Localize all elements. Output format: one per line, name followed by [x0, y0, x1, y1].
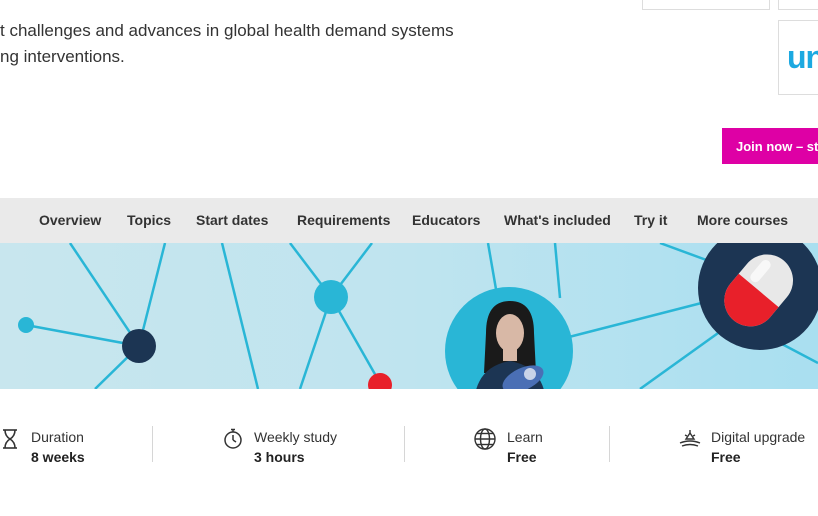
course-facts: Duration 8 weeks Weekly study 3 hours Le… [0, 389, 818, 516]
stopwatch-icon [224, 428, 242, 449]
divider [152, 426, 153, 462]
tab-overview[interactable]: Overview [39, 198, 101, 243]
tab-requirements[interactable]: Requirements [297, 198, 390, 243]
fact-label: Digital upgrade [711, 429, 806, 445]
partner-logo-frame [778, 0, 818, 10]
fact-value: 3 hours [254, 449, 305, 465]
divider [609, 426, 610, 462]
tab-try-it[interactable]: Try it [634, 198, 667, 243]
hourglass-icon [3, 429, 17, 449]
tab-whats-included[interactable]: What's included [504, 198, 611, 243]
fact-value: 8 weeks [31, 449, 85, 465]
fact-label: Weekly study [254, 429, 337, 445]
tab-more-courses[interactable]: More courses [697, 198, 788, 243]
hero-banner [0, 243, 818, 389]
fact-value: Free [711, 449, 741, 465]
fact-label: Duration [31, 429, 84, 445]
fact-label: Learn [507, 429, 543, 445]
partner-logo[interactable]: un [778, 20, 818, 95]
course-intro-text: t challenges and advances in global heal… [0, 21, 454, 66]
network-illustration [0, 243, 818, 389]
globe-icon [474, 428, 496, 450]
partner-logo-text: un [787, 39, 818, 75]
tab-start-dates[interactable]: Start dates [196, 198, 268, 243]
course-nav: Overview Topics Start dates Requirements… [0, 198, 818, 243]
tab-educators[interactable]: Educators [412, 198, 480, 243]
divider [404, 426, 405, 462]
partner-logo-frame [642, 0, 770, 10]
join-now-button[interactable]: Join now – st [722, 128, 818, 164]
digital-upgrade-icon [679, 430, 701, 447]
tab-topics[interactable]: Topics [127, 198, 171, 243]
fact-value: Free [507, 449, 537, 465]
